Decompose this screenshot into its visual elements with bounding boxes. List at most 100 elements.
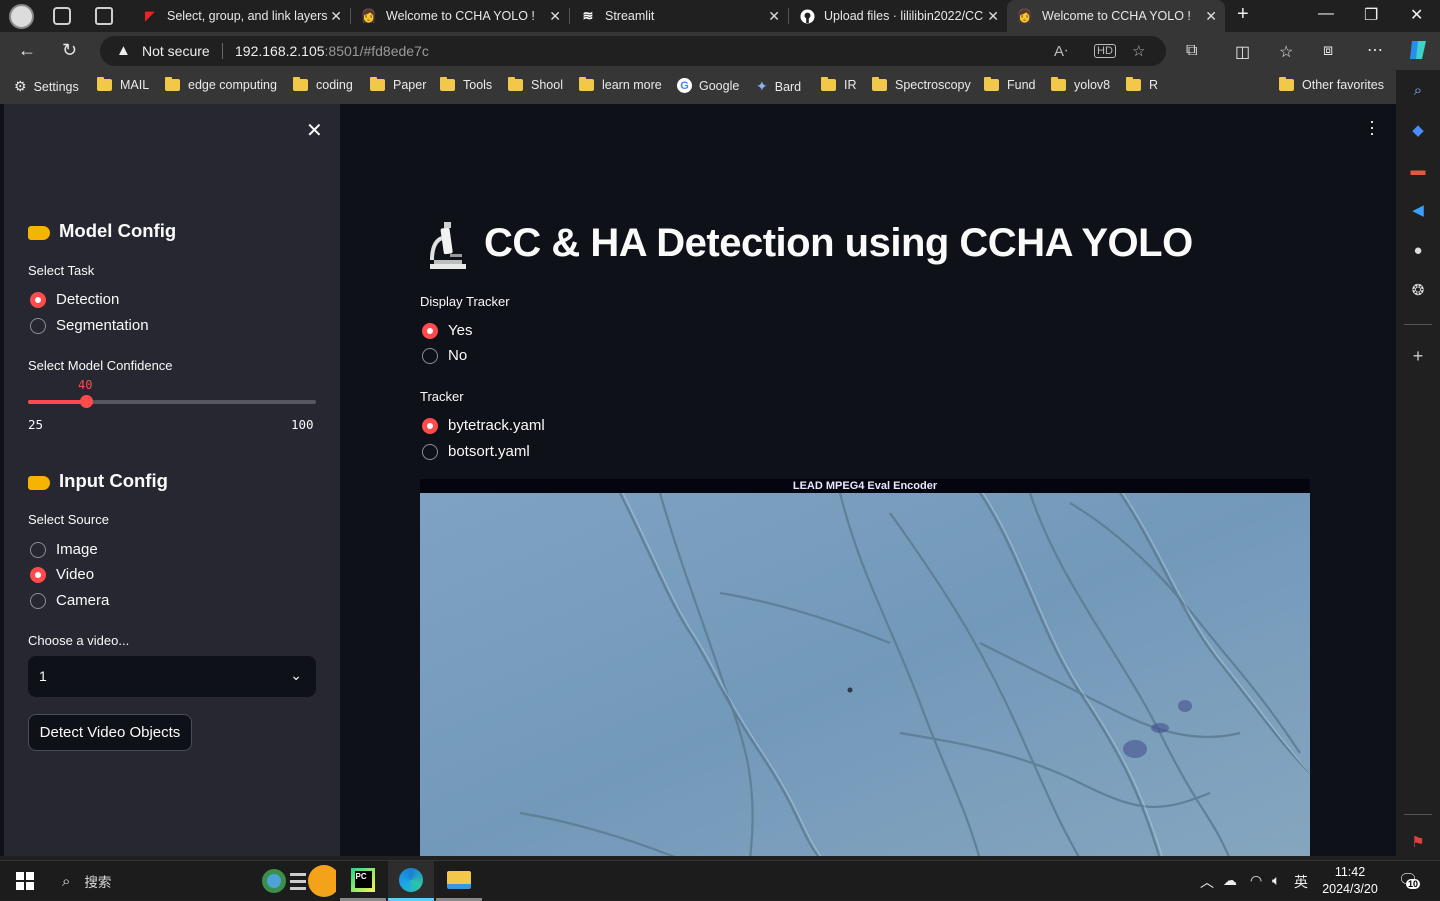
- streamlit-app: ✕ Model Config Select Task Detection Seg…: [0, 104, 1396, 856]
- bookmark-bard[interactable]: ✦ Bard: [756, 78, 801, 95]
- model-config-heading: Model Config: [28, 220, 176, 242]
- volume-icon[interactable]: 🔈︎: [1272, 872, 1280, 889]
- microscope-icon: [430, 222, 466, 269]
- edge-app-icon[interactable]: [388, 861, 434, 901]
- close-tab-icon[interactable]: ✕: [1205, 8, 1217, 25]
- bookmark-other-favorites[interactable]: Other favorites: [1279, 77, 1384, 92]
- video-frame: LEAD MPEG4 Eval Encoder: [420, 479, 1310, 856]
- radio-image[interactable]: Image: [30, 541, 98, 558]
- confidence-slider[interactable]: [28, 395, 316, 408]
- tab-actions-icon[interactable]: [95, 7, 113, 25]
- radio-video[interactable]: Video: [30, 566, 94, 583]
- tab-4[interactable]: Upload files · lilili​bin2022/CC ✕: [789, 0, 1007, 32]
- bookmark-fund[interactable]: Fund: [984, 77, 1036, 92]
- close-tab-icon[interactable]: ✕: [330, 8, 342, 25]
- bookmark-google[interactable]: G Google: [677, 78, 739, 93]
- close-tab-icon[interactable]: ✕: [987, 8, 999, 25]
- security-label[interactable]: Not secure: [142, 43, 210, 59]
- confidence-value: 40: [78, 378, 93, 392]
- more-icon[interactable]: ⋯: [1367, 40, 1383, 60]
- radio-tracker-yes[interactable]: Yes: [422, 322, 472, 339]
- address-toolbar: ← ↻ ▲ Not secure 192.168.2.105:8501/#fd8…: [0, 32, 1440, 70]
- tab-1[interactable]: ◤ Select, group, and link layers ✕: [132, 0, 350, 32]
- tab-2[interactable]: 👩 Welcome to CCHA YOLO ! ✕: [351, 0, 569, 32]
- ime-indicator[interactable]: 英: [1294, 872, 1308, 892]
- notifications-icon[interactable]: 🗨︎10: [1398, 870, 1421, 890]
- toolbox-icon[interactable]: ▬: [1408, 160, 1428, 180]
- video-encoder-banner: LEAD MPEG4 Eval Encoder: [420, 479, 1310, 493]
- radio-botsort[interactable]: botsort.yaml: [422, 443, 530, 460]
- pointing-hand-icon: [28, 476, 50, 490]
- bookmark-coding[interactable]: coding: [293, 77, 353, 92]
- slider-thumb[interactable]: [80, 395, 93, 408]
- minimize-icon[interactable]: —: [1318, 5, 1334, 23]
- tag-icon[interactable]: ◆: [1408, 120, 1428, 140]
- workspaces-icon[interactable]: [53, 7, 71, 25]
- close-sidebar-icon[interactable]: ✕: [306, 118, 323, 143]
- hd-icon[interactable]: HD: [1094, 44, 1116, 58]
- add-icon[interactable]: +: [1408, 346, 1428, 366]
- back-icon[interactable]: ←: [18, 40, 36, 61]
- tray-chevron-icon[interactable]: ︿: [1200, 872, 1214, 892]
- radio-tracker-no[interactable]: No: [422, 347, 467, 364]
- radio-camera[interactable]: Camera: [30, 592, 109, 609]
- confidence-min: 25: [28, 417, 44, 432]
- read-aloud-icon[interactable]: Aᐧ: [1054, 42, 1068, 60]
- bookmark-spectroscopy[interactable]: Spectroscopy: [872, 77, 971, 92]
- favorites-icon[interactable]: ☆: [1279, 42, 1293, 62]
- video-select[interactable]: 1 ⌄: [28, 656, 316, 697]
- confidence-max: 100: [291, 417, 314, 432]
- gear-icon: ⚙: [14, 78, 27, 94]
- send-icon[interactable]: ◀: [1408, 200, 1428, 220]
- clock[interactable]: 11:42 2024/3/20: [1318, 864, 1382, 898]
- warning-icon: ▲: [116, 42, 131, 59]
- collections-icon[interactable]: ⧈: [1323, 42, 1333, 60]
- bookmark-settings[interactable]: ⚙ Settings: [14, 78, 79, 95]
- refresh-icon[interactable]: ↻: [62, 40, 77, 61]
- pycharm-app-icon[interactable]: PC: [340, 861, 386, 901]
- openai-icon[interactable]: ❂: [1408, 280, 1428, 300]
- tab-5-active[interactable]: 👩 Welcome to CCHA YOLO ! ✕: [1007, 0, 1225, 32]
- flag-icon[interactable]: ⚑: [1408, 832, 1428, 852]
- onedrive-icon[interactable]: ☁: [1223, 872, 1237, 889]
- close-tab-icon[interactable]: ✕: [768, 8, 780, 25]
- wifi-icon[interactable]: ◠: [1250, 872, 1262, 889]
- bookmark-edge-computing[interactable]: edge computing: [165, 77, 277, 92]
- split-screen-icon[interactable]: ◫: [1235, 42, 1250, 62]
- windows-taskbar: ⌕ 搜索 PC ︿ ☁ ◠ 🔈︎ 英 11:422024/3/20 🗨︎10: [0, 860, 1440, 901]
- address-bar[interactable]: ▲ Not secure 192.168.2.105:8501/#fd8ede7…: [100, 36, 1166, 66]
- start-icon[interactable]: [10, 861, 40, 901]
- bookmark-ir[interactable]: IR: [821, 77, 857, 92]
- radio-bytetrack[interactable]: bytetrack.yaml: [422, 417, 545, 434]
- radio-segmentation[interactable]: Segmentation: [30, 317, 149, 334]
- search-highlight-icon[interactable]: [260, 861, 336, 901]
- search-icon[interactable]: ⌕: [1408, 80, 1428, 100]
- file-explorer-icon[interactable]: [436, 861, 482, 901]
- bookmark-mail[interactable]: MAIL: [97, 77, 149, 92]
- bookmark-learn-more[interactable]: learn more: [579, 77, 662, 92]
- url-text[interactable]: 192.168.2.105:8501/#fd8ede7c: [235, 43, 429, 59]
- new-tab-icon[interactable]: +: [1237, 3, 1249, 26]
- main-menu-icon[interactable]: · · ·: [1369, 112, 1375, 142]
- tab-3[interactable]: ≋ Streamlit ✕: [570, 0, 788, 32]
- bookmark-shool[interactable]: Shool: [508, 77, 563, 92]
- sidebar: ✕ Model Config Select Task Detection Seg…: [4, 104, 340, 856]
- github-rail-icon[interactable]: ●: [1408, 240, 1428, 260]
- google-icon: G: [677, 78, 692, 93]
- close-tab-icon[interactable]: ✕: [549, 8, 561, 25]
- bookmark-tools[interactable]: Tools: [440, 77, 492, 92]
- profile-avatar[interactable]: [9, 4, 34, 29]
- detect-video-objects-button[interactable]: Detect Video Objects: [28, 714, 192, 751]
- display-tracker-label: Display Tracker: [420, 294, 510, 309]
- favorite-star-icon[interactable]: ☆: [1132, 42, 1145, 60]
- radio-detection[interactable]: Detection: [30, 291, 119, 308]
- bookmark-paper[interactable]: Paper: [370, 77, 426, 92]
- copilot-icon[interactable]: [1406, 38, 1430, 67]
- bookmark-r[interactable]: R: [1126, 77, 1158, 92]
- bookmark-yolov8[interactable]: yolov8: [1051, 77, 1110, 92]
- close-window-icon[interactable]: ✕: [1410, 5, 1423, 25]
- extensions-icon[interactable]: ⧉: [1186, 42, 1197, 60]
- restore-icon[interactable]: ❐: [1364, 5, 1378, 25]
- edge-sidebar: ⌕ ◆ ▬ ◀ ● ❂ + ⚑: [1396, 70, 1440, 860]
- browser-tab-bar: ◤ Select, group, and link layers ✕ 👩 Wel…: [0, 0, 1440, 32]
